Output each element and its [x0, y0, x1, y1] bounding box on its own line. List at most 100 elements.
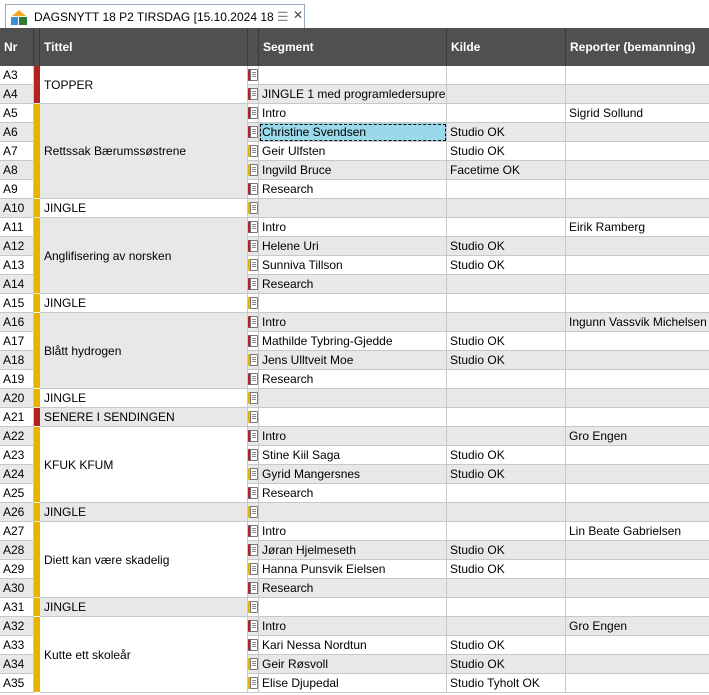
segment-cell[interactable]: Research — [259, 484, 447, 503]
title-cell[interactable]: Blått hydrogen — [40, 313, 248, 389]
document-icon[interactable] — [250, 411, 258, 423]
document-icon[interactable] — [250, 639, 258, 651]
segment-cell[interactable] — [259, 408, 447, 427]
row-number[interactable]: A17 — [0, 332, 34, 351]
reporter-cell[interactable] — [566, 161, 709, 180]
reporter-cell[interactable] — [566, 408, 709, 427]
row-number[interactable]: A12 — [0, 237, 34, 256]
segment-cell[interactable] — [259, 389, 447, 408]
segment-cell[interactable]: Intro — [259, 218, 447, 237]
kilde-cell[interactable] — [447, 522, 566, 541]
segment-cell[interactable]: Helene Uri — [259, 237, 447, 256]
reporter-cell[interactable] — [566, 142, 709, 161]
reporter-cell[interactable]: Ingunn Vassvik Michelsen — [566, 313, 709, 332]
document-icon[interactable] — [250, 544, 258, 556]
row-number[interactable]: A24 — [0, 465, 34, 484]
reporter-cell[interactable] — [566, 389, 709, 408]
segment-cell[interactable] — [259, 294, 447, 313]
reporter-cell[interactable] — [566, 85, 709, 104]
title-cell[interactable]: SENERE I SENDINGEN — [40, 408, 248, 427]
segment-cell[interactable]: Jens Ulltveit Moe — [259, 351, 447, 370]
title-cell[interactable]: JINGLE — [40, 503, 248, 522]
column-header-nr[interactable]: Nr — [0, 28, 34, 66]
segment-cell[interactable]: Sunniva Tillson — [259, 256, 447, 275]
kilde-cell[interactable] — [447, 66, 566, 85]
kilde-cell[interactable] — [447, 104, 566, 123]
kilde-cell[interactable] — [447, 180, 566, 199]
document-icon[interactable] — [250, 69, 258, 81]
kilde-cell[interactable] — [447, 218, 566, 237]
reporter-cell[interactable] — [566, 256, 709, 275]
document-icon[interactable] — [250, 335, 258, 347]
kilde-cell[interactable] — [447, 598, 566, 617]
row-number[interactable]: A29 — [0, 560, 34, 579]
document-icon[interactable] — [250, 259, 258, 271]
menu-icon[interactable]: ☰ — [277, 9, 289, 25]
segment-cell[interactable]: Hanna Punsvik Eielsen — [259, 560, 447, 579]
row-number[interactable]: A35 — [0, 674, 34, 693]
document-icon[interactable] — [250, 240, 258, 252]
reporter-cell[interactable] — [566, 674, 709, 693]
title-cell[interactable]: Anglifisering av norsken — [40, 218, 248, 294]
row-number[interactable]: A33 — [0, 636, 34, 655]
document-icon[interactable] — [250, 677, 258, 689]
reporter-cell[interactable] — [566, 503, 709, 522]
kilde-cell[interactable] — [447, 85, 566, 104]
document-icon[interactable] — [250, 316, 258, 328]
row-number[interactable]: A20 — [0, 389, 34, 408]
column-header-tittel[interactable]: Tittel — [40, 28, 248, 66]
segment-cell[interactable] — [259, 503, 447, 522]
segment-cell[interactable]: Jøran Hjelmeseth — [259, 541, 447, 560]
reporter-cell[interactable]: Sigrid Sollund — [566, 104, 709, 123]
row-number[interactable]: A21 — [0, 408, 34, 427]
rundown-tab[interactable]: DAGSNYTT 18 P2 TIRSDAG [15.10.2024 18:00… — [5, 4, 305, 28]
segment-cell[interactable]: Gyrid Mangersnes — [259, 465, 447, 484]
document-icon[interactable] — [250, 392, 258, 404]
kilde-cell[interactable] — [447, 313, 566, 332]
row-number[interactable]: A14 — [0, 275, 34, 294]
kilde-cell[interactable] — [447, 294, 566, 313]
segment-cell[interactable]: Intro — [259, 427, 447, 446]
row-number[interactable]: A11 — [0, 218, 34, 237]
document-icon[interactable] — [250, 525, 258, 537]
kilde-cell[interactable]: Studio OK — [447, 541, 566, 560]
title-cell[interactable]: Rettssak Bærumssøstrene — [40, 104, 248, 199]
row-number[interactable]: A13 — [0, 256, 34, 275]
document-icon[interactable] — [250, 449, 258, 461]
kilde-cell[interactable]: Studio OK — [447, 237, 566, 256]
document-icon[interactable] — [250, 658, 258, 670]
document-icon[interactable] — [250, 183, 258, 195]
title-cell[interactable]: KFUK KFUM — [40, 427, 248, 503]
title-cell[interactable]: JINGLE — [40, 294, 248, 313]
kilde-cell[interactable]: Studio OK — [447, 560, 566, 579]
reporter-cell[interactable] — [566, 180, 709, 199]
document-icon[interactable] — [250, 563, 258, 575]
kilde-cell[interactable]: Studio Tyholt OK — [447, 674, 566, 693]
row-number[interactable]: A19 — [0, 370, 34, 389]
document-icon[interactable] — [250, 278, 258, 290]
kilde-cell[interactable] — [447, 389, 566, 408]
kilde-cell[interactable] — [447, 408, 566, 427]
segment-cell[interactable]: Kari Nessa Nordtun — [259, 636, 447, 655]
document-icon[interactable] — [250, 354, 258, 366]
reporter-cell[interactable] — [566, 199, 709, 218]
reporter-cell[interactable] — [566, 465, 709, 484]
row-number[interactable]: A3 — [0, 66, 34, 85]
reporter-cell[interactable]: Gro Engen — [566, 427, 709, 446]
column-header-segment[interactable]: Segment — [259, 28, 447, 66]
reporter-cell[interactable]: Gro Engen — [566, 617, 709, 636]
segment-cell[interactable]: Stine Kiil Saga — [259, 446, 447, 465]
reporter-cell[interactable] — [566, 484, 709, 503]
reporter-cell[interactable] — [566, 275, 709, 294]
document-icon[interactable] — [250, 487, 258, 499]
kilde-cell[interactable]: Studio OK — [447, 256, 566, 275]
reporter-cell[interactable]: Lin Beate Gabrielsen — [566, 522, 709, 541]
kilde-cell[interactable] — [447, 484, 566, 503]
document-icon[interactable] — [250, 601, 258, 613]
reporter-cell[interactable] — [566, 351, 709, 370]
column-header-kilde[interactable]: Kilde — [447, 28, 566, 66]
title-cell[interactable]: Kutte ett skoleår — [40, 617, 248, 693]
document-icon[interactable] — [250, 297, 258, 309]
segment-cell[interactable]: Intro — [259, 617, 447, 636]
row-number[interactable]: A27 — [0, 522, 34, 541]
